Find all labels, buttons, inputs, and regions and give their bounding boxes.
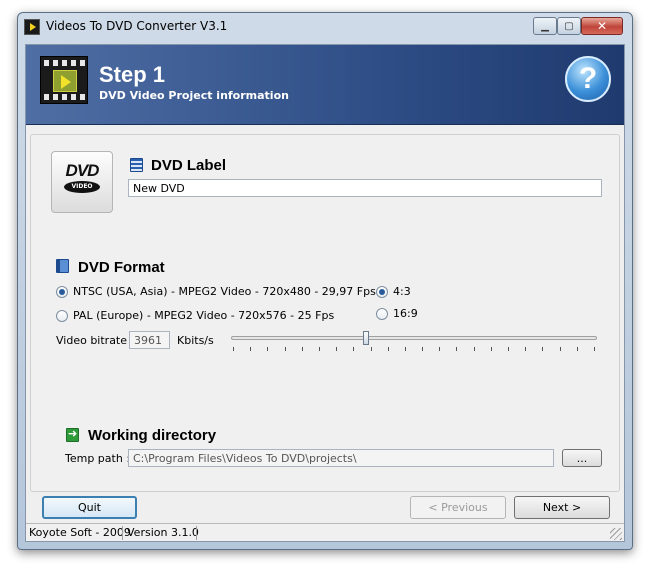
slider-tick bbox=[250, 347, 252, 351]
browse-button[interactable]: ... bbox=[562, 449, 602, 467]
client-area: Step 1 DVD Video Project information ? D… bbox=[25, 44, 625, 542]
previous-button[interactable]: < Previous bbox=[410, 496, 506, 519]
slider-tick bbox=[370, 347, 372, 351]
bitrate-slider-thumb[interactable] bbox=[363, 331, 370, 345]
slider-tick bbox=[473, 347, 475, 351]
bitrate-unit-label: Kbits/s bbox=[177, 334, 214, 347]
radio-ntsc-button[interactable] bbox=[56, 285, 68, 298]
radio-aspect-4-3-button[interactable] bbox=[376, 285, 388, 298]
slider-tick bbox=[233, 347, 234, 351]
temp-path-input[interactable] bbox=[128, 449, 554, 467]
slider-tick bbox=[559, 347, 561, 351]
slider-tick bbox=[353, 347, 355, 351]
film-reel-icon bbox=[40, 56, 88, 104]
slider-tick bbox=[422, 347, 424, 351]
slider-tick bbox=[267, 347, 269, 351]
bitrate-slider-ticks bbox=[233, 347, 595, 353]
bitrate-slider-track[interactable] bbox=[231, 336, 597, 340]
step-subtitle: DVD Video Project information bbox=[99, 89, 289, 102]
help-icon[interactable]: ? bbox=[565, 56, 611, 102]
bitrate-input[interactable] bbox=[129, 331, 170, 349]
title-bar[interactable]: Videos To DVD Converter V3.1 ▁ ▢ ✕ bbox=[18, 13, 632, 40]
maximize-button[interactable]: ▢ bbox=[557, 17, 581, 35]
project-panel: DVDVIDEO DVD Label DVD Format NTSC (USA,… bbox=[30, 134, 620, 492]
slider-tick bbox=[508, 347, 510, 351]
slider-tick bbox=[336, 347, 338, 351]
dvd-label-heading: DVD Label bbox=[151, 157, 227, 174]
dvd-label-input[interactable] bbox=[128, 179, 602, 197]
step-banner: Step 1 DVD Video Project information ? bbox=[26, 45, 624, 125]
slider-tick bbox=[456, 347, 458, 351]
slider-tick bbox=[318, 347, 320, 351]
directory-section-icon bbox=[66, 427, 79, 442]
slider-tick bbox=[439, 347, 441, 351]
window-title: Videos To DVD Converter V3.1 bbox=[46, 19, 228, 33]
close-button[interactable]: ✕ bbox=[581, 17, 623, 35]
radio-pal[interactable]: PAL (Europe) - MPEG2 Video - 720x576 - 2… bbox=[56, 309, 334, 322]
slider-tick bbox=[490, 347, 492, 351]
resize-grip[interactable] bbox=[610, 528, 622, 540]
radio-aspect-4-3-label: 4:3 bbox=[393, 285, 411, 298]
status-bar: Koyote Soft - 2009 Version 3.1.0 bbox=[26, 523, 624, 541]
temp-path-label: Temp path : bbox=[65, 452, 131, 465]
radio-aspect-16-9-button[interactable] bbox=[376, 307, 388, 320]
radio-aspect-16-9[interactable]: 16:9 bbox=[376, 307, 418, 320]
status-company: Koyote Soft - 2009 bbox=[29, 526, 131, 539]
slider-tick bbox=[525, 347, 527, 351]
radio-pal-button[interactable] bbox=[56, 309, 68, 322]
bitrate-label: Video bitrate bbox=[56, 334, 128, 347]
slider-tick bbox=[284, 347, 286, 351]
slider-tick bbox=[594, 347, 595, 351]
radio-pal-label: PAL (Europe) - MPEG2 Video - 720x576 - 2… bbox=[73, 309, 335, 322]
minimize-icon: ▁ bbox=[541, 20, 549, 32]
app-logo-icon[interactable] bbox=[24, 19, 40, 35]
slider-tick bbox=[542, 347, 544, 351]
radio-aspect-16-9-label: 16:9 bbox=[393, 307, 418, 320]
slider-tick bbox=[387, 347, 389, 351]
minimize-button[interactable]: ▁ bbox=[533, 17, 557, 35]
label-section-icon bbox=[130, 158, 143, 172]
close-icon: ✕ bbox=[596, 19, 608, 33]
radio-ntsc[interactable]: NTSC (USA, Asia) - MPEG2 Video - 720x480… bbox=[56, 285, 376, 298]
dvd-logo-icon: DVD VIDEO bbox=[51, 151, 113, 213]
slider-tick bbox=[301, 347, 303, 351]
dvd-format-heading: DVD Format bbox=[78, 259, 165, 276]
app-window: Videos To DVD Converter V3.1 ▁ ▢ ✕ Step … bbox=[17, 12, 633, 550]
slider-tick bbox=[576, 347, 578, 351]
status-version: Version 3.1.0 bbox=[127, 526, 199, 539]
format-section-icon bbox=[56, 259, 69, 273]
radio-aspect-4-3[interactable]: 4:3 bbox=[376, 285, 411, 298]
working-directory-heading: Working directory bbox=[88, 427, 217, 444]
quit-button[interactable]: Quit bbox=[42, 496, 137, 519]
next-button[interactable]: Next > bbox=[514, 496, 610, 519]
maximize-icon: ▢ bbox=[564, 20, 574, 32]
step-title: Step 1 bbox=[99, 62, 166, 87]
radio-ntsc-label: NTSC (USA, Asia) - MPEG2 Video - 720x480… bbox=[73, 285, 376, 298]
slider-tick bbox=[404, 347, 406, 351]
